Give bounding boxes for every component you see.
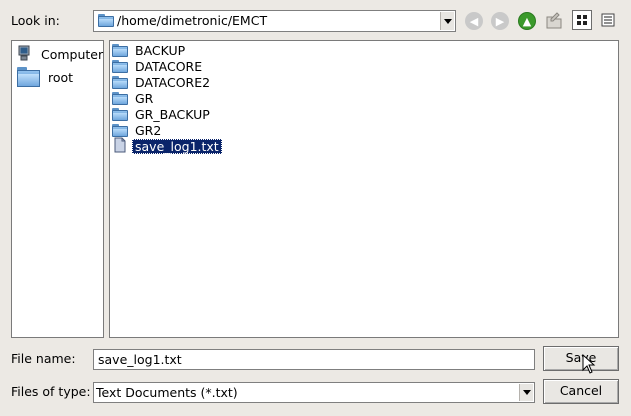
list-item[interactable]: DATACORE2 xyxy=(112,74,213,90)
sidebar-item-computer[interactable]: Computer xyxy=(17,43,103,65)
folder-icon xyxy=(17,67,40,87)
file-name-label: File name: xyxy=(11,351,76,366)
new-folder-icon[interactable] xyxy=(544,11,564,31)
list-item-selected[interactable]: save_log1.txt xyxy=(112,137,222,156)
sidebar: Computer root xyxy=(11,40,104,338)
list-view-icon[interactable] xyxy=(572,10,592,30)
folder-icon xyxy=(112,59,128,73)
file-type-combo[interactable]: Text Documents (*.txt) xyxy=(93,382,535,403)
file-name-value: save_log1.txt xyxy=(98,352,182,367)
list-item[interactable]: BACKUP xyxy=(112,42,188,58)
file-name: GR2 xyxy=(135,122,162,138)
file-name: GR xyxy=(135,90,154,106)
folder-icon xyxy=(112,107,128,121)
file-name-field[interactable]: save_log1.txt xyxy=(93,349,535,370)
folder-icon xyxy=(98,14,114,27)
look-in-path: /home/dimetronic/EMCT xyxy=(117,13,268,28)
folder-icon xyxy=(112,75,128,89)
cancel-button[interactable]: Cancel xyxy=(543,379,619,404)
folder-icon xyxy=(112,43,128,57)
computer-icon xyxy=(17,44,35,65)
back-arrow-icon[interactable]: ◀ xyxy=(465,12,483,30)
sidebar-item-label: root xyxy=(48,69,74,85)
look-in-label: Look in: xyxy=(11,13,60,28)
save-button[interactable]: Save xyxy=(543,346,619,371)
file-type-label: Files of type: xyxy=(11,384,91,399)
file-list[interactable]: BACKUP DATACORE DATACORE2 GR GR_BACKUP G… xyxy=(109,40,619,338)
file-name: DATACORE xyxy=(135,58,203,74)
folder-icon xyxy=(112,91,128,105)
file-name: BACKUP xyxy=(135,42,186,58)
chevron-down-icon[interactable] xyxy=(440,12,454,30)
list-item[interactable]: GR_BACKUP xyxy=(112,106,213,122)
file-type-value: Text Documents (*.txt) xyxy=(96,385,238,400)
up-arrow-icon[interactable]: ▲ xyxy=(518,12,536,30)
folder-icon xyxy=(112,123,128,137)
file-name: DATACORE2 xyxy=(135,74,211,90)
mouse-cursor-icon xyxy=(582,353,596,377)
forward-arrow-icon[interactable]: ▶ xyxy=(491,12,509,30)
text-file-icon xyxy=(112,137,128,156)
file-name: GR_BACKUP xyxy=(135,106,210,122)
sidebar-item-root[interactable]: root xyxy=(17,66,73,88)
sidebar-item-label: Computer xyxy=(41,46,104,62)
list-item[interactable]: DATACORE xyxy=(112,58,205,74)
look-in-combo[interactable]: /home/dimetronic/EMCT xyxy=(93,10,456,32)
detail-view-icon[interactable] xyxy=(598,10,618,30)
chevron-down-icon[interactable] xyxy=(519,384,533,401)
list-item[interactable]: GR xyxy=(112,90,156,106)
file-name: save_log1.txt xyxy=(132,138,222,154)
